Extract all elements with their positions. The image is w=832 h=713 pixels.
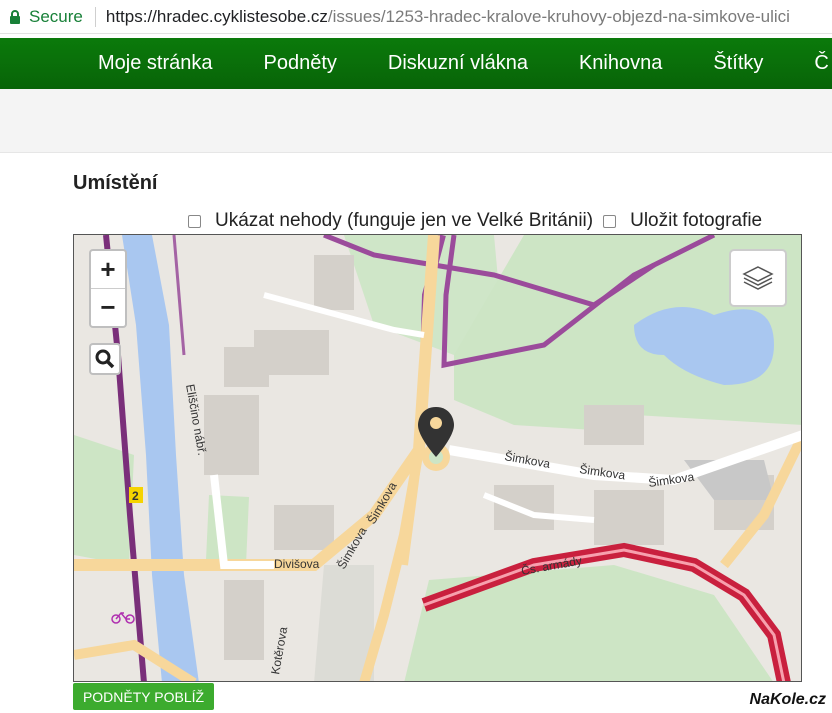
accidents-option[interactable]: Ukázat nehody (funguje jen ve Velké Brit… bbox=[188, 210, 593, 232]
accidents-label: Ukázat nehody (funguje jen ve Velké Brit… bbox=[215, 210, 594, 231]
nearby-issues-button[interactable]: PODNĚTY POBLÍŽ bbox=[73, 683, 214, 710]
street-label-divisova: Divišova bbox=[274, 557, 320, 571]
secure-label: Secure bbox=[29, 6, 83, 26]
map-view[interactable]: Šimkova Šimkova Šimkova Šimkova Šimkova … bbox=[73, 234, 802, 682]
street-label-simkova-3: Šimkova bbox=[647, 469, 695, 490]
bicycle-icon bbox=[111, 611, 135, 624]
zoom-in-icon[interactable]: + bbox=[91, 251, 125, 288]
map-tiles: Šimkova Šimkova Šimkova Šimkova Šimkova … bbox=[74, 235, 801, 681]
url-host[interactable]: https://hradec.cyklistesobe.cz bbox=[106, 7, 328, 27]
nav-item-moje-stranka[interactable]: Moje stránka bbox=[98, 52, 213, 75]
photos-checkbox[interactable] bbox=[603, 214, 617, 228]
map-options: Ukázat nehody (funguje jen ve Velké Brit… bbox=[188, 210, 772, 232]
nav-item-stitky[interactable]: Štítky bbox=[713, 52, 763, 75]
separator bbox=[94, 6, 96, 27]
nav-item-podnety[interactable]: Podněty bbox=[264, 52, 337, 75]
street-label-koterova: Kotěrova bbox=[268, 625, 290, 675]
section-heading: Umístění bbox=[73, 172, 158, 194]
watermark-logo: NaKole.cz bbox=[749, 691, 826, 708]
zoom-control: + − bbox=[89, 249, 127, 328]
main-nav: Moje stránka Podněty Diskuzní vlákna Kni… bbox=[0, 38, 832, 89]
street-label-simkova-2: Šimkova bbox=[579, 461, 627, 482]
address-bar[interactable]: Secure https://hradec.cyklistesobe.cz/is… bbox=[0, 0, 832, 34]
street-label-simkova-4: Šimkova bbox=[364, 479, 400, 527]
photos-option[interactable]: Uložit fotografie bbox=[603, 210, 762, 232]
nav-item-knihovna[interactable]: Knihovna bbox=[579, 52, 662, 75]
route-number: 2 bbox=[132, 489, 139, 503]
lock-icon bbox=[9, 9, 21, 24]
nav-item-diskuzni-vlakna[interactable]: Diskuzní vlákna bbox=[388, 52, 528, 75]
zoom-out-icon[interactable]: − bbox=[91, 288, 125, 325]
page-banner bbox=[0, 89, 832, 153]
url-path[interactable]: /issues/1253-hradec-kralove-kruhovy-obje… bbox=[328, 7, 790, 27]
accidents-checkbox[interactable] bbox=[188, 214, 201, 228]
layers-icon[interactable] bbox=[729, 249, 787, 307]
search-icon[interactable] bbox=[89, 343, 121, 375]
photos-label: Uložit fotografie bbox=[630, 210, 763, 231]
nav-item-truncated[interactable]: Č bbox=[814, 52, 828, 75]
